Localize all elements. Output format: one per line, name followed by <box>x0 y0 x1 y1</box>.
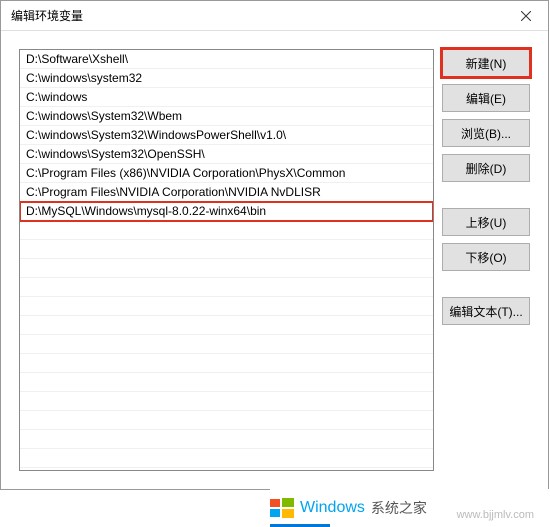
movedown-button[interactable]: 下移(O) <box>442 243 530 271</box>
branding-bar: Windows 系统之家 <box>270 489 550 527</box>
spacer <box>442 278 530 290</box>
list-item[interactable] <box>20 449 433 468</box>
list-item[interactable] <box>20 430 433 449</box>
edittext-button[interactable]: 编辑文本(T)... <box>442 297 530 325</box>
list-item[interactable]: D:\Software\Xshell\ <box>20 50 433 69</box>
list-item[interactable] <box>20 240 433 259</box>
windows-logo-icon <box>270 496 294 520</box>
list-item[interactable] <box>20 335 433 354</box>
list-item[interactable] <box>20 221 433 240</box>
spacer <box>442 189 530 201</box>
list-item[interactable]: C:\windows\System32\WindowsPowerShell\v1… <box>20 126 433 145</box>
titlebar: 编辑环境变量 <box>1 1 548 31</box>
list-item[interactable]: D:\MySQL\Windows\mysql-8.0.22-winx64\bin <box>20 202 433 221</box>
branding-suffix: 系统之家 <box>371 498 427 518</box>
list-item[interactable] <box>20 259 433 278</box>
list-item[interactable]: C:\windows\System32\OpenSSH\ <box>20 145 433 164</box>
list-item[interactable]: C:\windows\System32\Wbem <box>20 107 433 126</box>
list-item[interactable] <box>20 316 433 335</box>
path-list-container: D:\Software\Xshell\C:\windows\system32C:… <box>19 49 434 471</box>
list-item[interactable]: C:\Program Files\NVIDIA Corporation\NVID… <box>20 183 433 202</box>
dialog-content: D:\Software\Xshell\C:\windows\system32C:… <box>1 31 548 489</box>
edit-button[interactable]: 编辑(E) <box>442 84 530 112</box>
delete-button[interactable]: 删除(D) <box>442 154 530 182</box>
windows-logo-group: Windows 系统之家 <box>270 496 427 520</box>
list-item[interactable] <box>20 411 433 430</box>
list-item[interactable]: C:\windows\system32 <box>20 69 433 88</box>
watermark-url: www.bjjmlv.com <box>457 509 534 521</box>
environment-variable-dialog: 编辑环境变量 D:\Software\Xshell\C:\windows\sys… <box>0 0 549 490</box>
close-icon <box>521 11 531 21</box>
list-item[interactable] <box>20 278 433 297</box>
list-item[interactable]: C:\Program Files (x86)\NVIDIA Corporatio… <box>20 164 433 183</box>
moveup-button[interactable]: 上移(U) <box>442 208 530 236</box>
list-item[interactable] <box>20 354 433 373</box>
list-item[interactable] <box>20 297 433 316</box>
list-item[interactable] <box>20 373 433 392</box>
list-item[interactable] <box>20 392 433 411</box>
close-button[interactable] <box>503 1 548 31</box>
windows-text: Windows <box>300 499 365 517</box>
list-item[interactable]: C:\windows <box>20 88 433 107</box>
new-button[interactable]: 新建(N) <box>442 49 530 77</box>
browse-button[interactable]: 浏览(B)... <box>442 119 530 147</box>
dialog-title: 编辑环境变量 <box>11 7 83 24</box>
path-list[interactable]: D:\Software\Xshell\C:\windows\system32C:… <box>20 50 433 468</box>
button-panel: 新建(N) 编辑(E) 浏览(B)... 删除(D) 上移(U) 下移(O) 编… <box>442 49 530 471</box>
